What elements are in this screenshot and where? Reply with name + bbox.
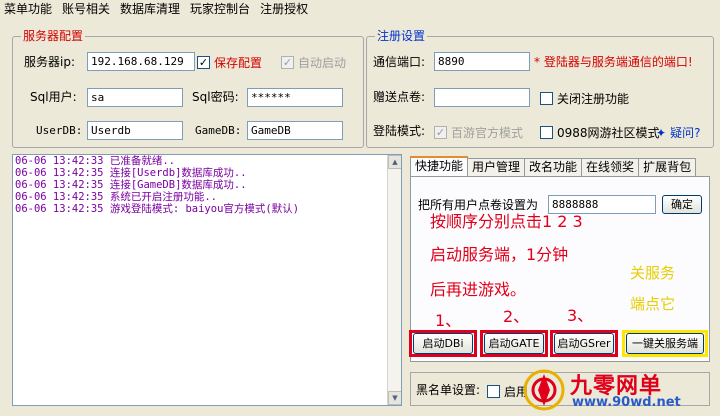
baiyou-mode-label: 百游官方模式 (451, 126, 524, 140)
scroll-up-icon[interactable]: ▲ (388, 155, 401, 169)
menu-item-player-console[interactable]: 玩家控制台 (190, 0, 250, 17)
server-ip-label: 服务器ip: (24, 55, 75, 69)
tab-quick-functions[interactable]: 快捷功能 (410, 156, 469, 176)
close-register-checkbox[interactable]: 关闭注册功能 (540, 90, 629, 107)
userdb-input[interactable]: Userdb (87, 121, 183, 140)
help-arrow-icon: ✦ (656, 125, 667, 140)
instruction-line-2: 启动服务端，1分钟 (430, 245, 569, 264)
gamedb-label: GameDB: (195, 124, 242, 137)
watermark-emblem-icon (523, 369, 565, 411)
instruction-line-1: 按顺序分别点击1 2 3 (430, 212, 583, 231)
tab-extend-bag[interactable]: 扩展背包 (638, 158, 697, 176)
confirm-button[interactable]: 确定 (662, 195, 702, 214)
help-link-label: 疑问? (670, 126, 701, 140)
port-input[interactable]: 8890 (434, 52, 530, 71)
sql-user-label: Sql用户: (30, 90, 77, 104)
sql-password-input[interactable]: ****** (247, 88, 343, 107)
help-link[interactable]: ✦ 疑问? (656, 124, 700, 141)
shutdown-server-button[interactable]: 一键关服务端 (626, 333, 704, 354)
shutdown-hint-2: 端点它 (630, 295, 676, 313)
log-line: 06-06 13:42:35 连接[GameDB]数据库成功.. (15, 179, 247, 191)
auto-start-label: 自动启动 (298, 56, 347, 70)
step-number-1: 1、 (435, 311, 462, 330)
tab-rename[interactable]: 改名功能 (524, 158, 583, 176)
close-register-check[interactable] (540, 92, 553, 105)
save-config-check[interactable]: ✓ (197, 56, 210, 69)
save-config-checkbox[interactable]: ✓ 保存配置 (197, 54, 262, 71)
userdb-label: UserDB: (36, 124, 83, 137)
log-scrollbar[interactable]: ▲ ▼ (387, 155, 401, 405)
sql-password-label: Sql密码: (192, 90, 239, 104)
blacklist-enable-check[interactable] (487, 385, 500, 398)
blacklist-label: 黑名单设置: (416, 383, 481, 397)
port-label: 通信端口: (373, 55, 426, 69)
auto-start-checkbox[interactable]: ✓ 自动启动 (281, 54, 346, 71)
save-config-label: 保存配置 (214, 56, 263, 70)
menu-bar: 菜单功能 账号相关 数据库清理 玩家控制台 注册授权 (0, 0, 720, 16)
close-register-label: 关闭注册功能 (557, 92, 630, 106)
step-number-3: 3、 (567, 306, 594, 325)
watermark-logo: 九零网单 www.90wd.net (520, 364, 718, 416)
tab-user-management[interactable]: 用户管理 (467, 158, 526, 176)
gift-points-label: 赠送点卷: (373, 90, 426, 104)
log-line: 06-06 13:42:35 连接[Userdb]数据库成功.. (15, 167, 247, 179)
auto-start-check[interactable]: ✓ (281, 56, 294, 69)
start-gate-button[interactable]: 启动GATE (484, 333, 544, 354)
instruction-line-3: 后再进游戏。 (430, 280, 527, 299)
baiyou-mode-check[interactable]: ✓ (434, 126, 447, 139)
step-number-2: 2、 (503, 307, 530, 326)
watermark-url: www.90wd.net (572, 395, 681, 410)
gift-points-input[interactable] (434, 88, 530, 107)
login-mode-label: 登陆模式: (373, 124, 426, 138)
port-note: * 登陆器与服务端通信的端口! (534, 55, 693, 69)
log-line: 06-06 13:42:33 已准备就绪.. (15, 155, 175, 167)
start-dbi-button[interactable]: 启动DBi (413, 333, 473, 354)
menu-item-db-cleanup[interactable]: 数据库清理 (120, 0, 180, 17)
community-mode-checkbox[interactable]: 0988网游社区模式 (540, 124, 660, 141)
sql-user-input[interactable]: sa (87, 88, 183, 107)
community-mode-label: 0988网游社区模式 (557, 126, 660, 140)
tab-online-reward[interactable]: 在线领奖 (581, 158, 640, 176)
menu-item-functions[interactable]: 菜单功能 (4, 0, 52, 17)
log-line: 06-06 13:42:35 系统已开启注册功能.. (15, 191, 217, 203)
server-config-title: 服务器配置 (21, 29, 86, 43)
log-line: 06-06 13:42:35 游戏登陆模式: baiyou官方模式(默认) (15, 203, 300, 215)
set-points-label: 把所有用户点卷设置为 (418, 198, 539, 212)
gamedb-input[interactable]: GameDB (247, 121, 343, 140)
server-ip-input[interactable]: 192.168.68.129 (87, 52, 195, 71)
community-mode-check[interactable] (540, 126, 553, 139)
register-settings-title: 注册设置 (375, 29, 428, 43)
start-gsrer-button[interactable]: 启动GSrer (554, 333, 614, 354)
log-list: 06-06 13:42:33 已准备就绪.. 06-06 13:42:35 连接… (12, 154, 402, 406)
function-tabs: 快捷功能 用户管理 改名功能 在线领奖 扩展背包 (410, 156, 697, 176)
menu-item-accounts[interactable]: 账号相关 (62, 0, 110, 17)
baiyou-mode-checkbox[interactable]: ✓ 百游官方模式 (434, 124, 523, 141)
scroll-down-icon[interactable]: ▼ (388, 391, 401, 405)
menu-item-register-license[interactable]: 注册授权 (260, 0, 308, 17)
shutdown-hint-1: 关服务 (630, 264, 676, 282)
